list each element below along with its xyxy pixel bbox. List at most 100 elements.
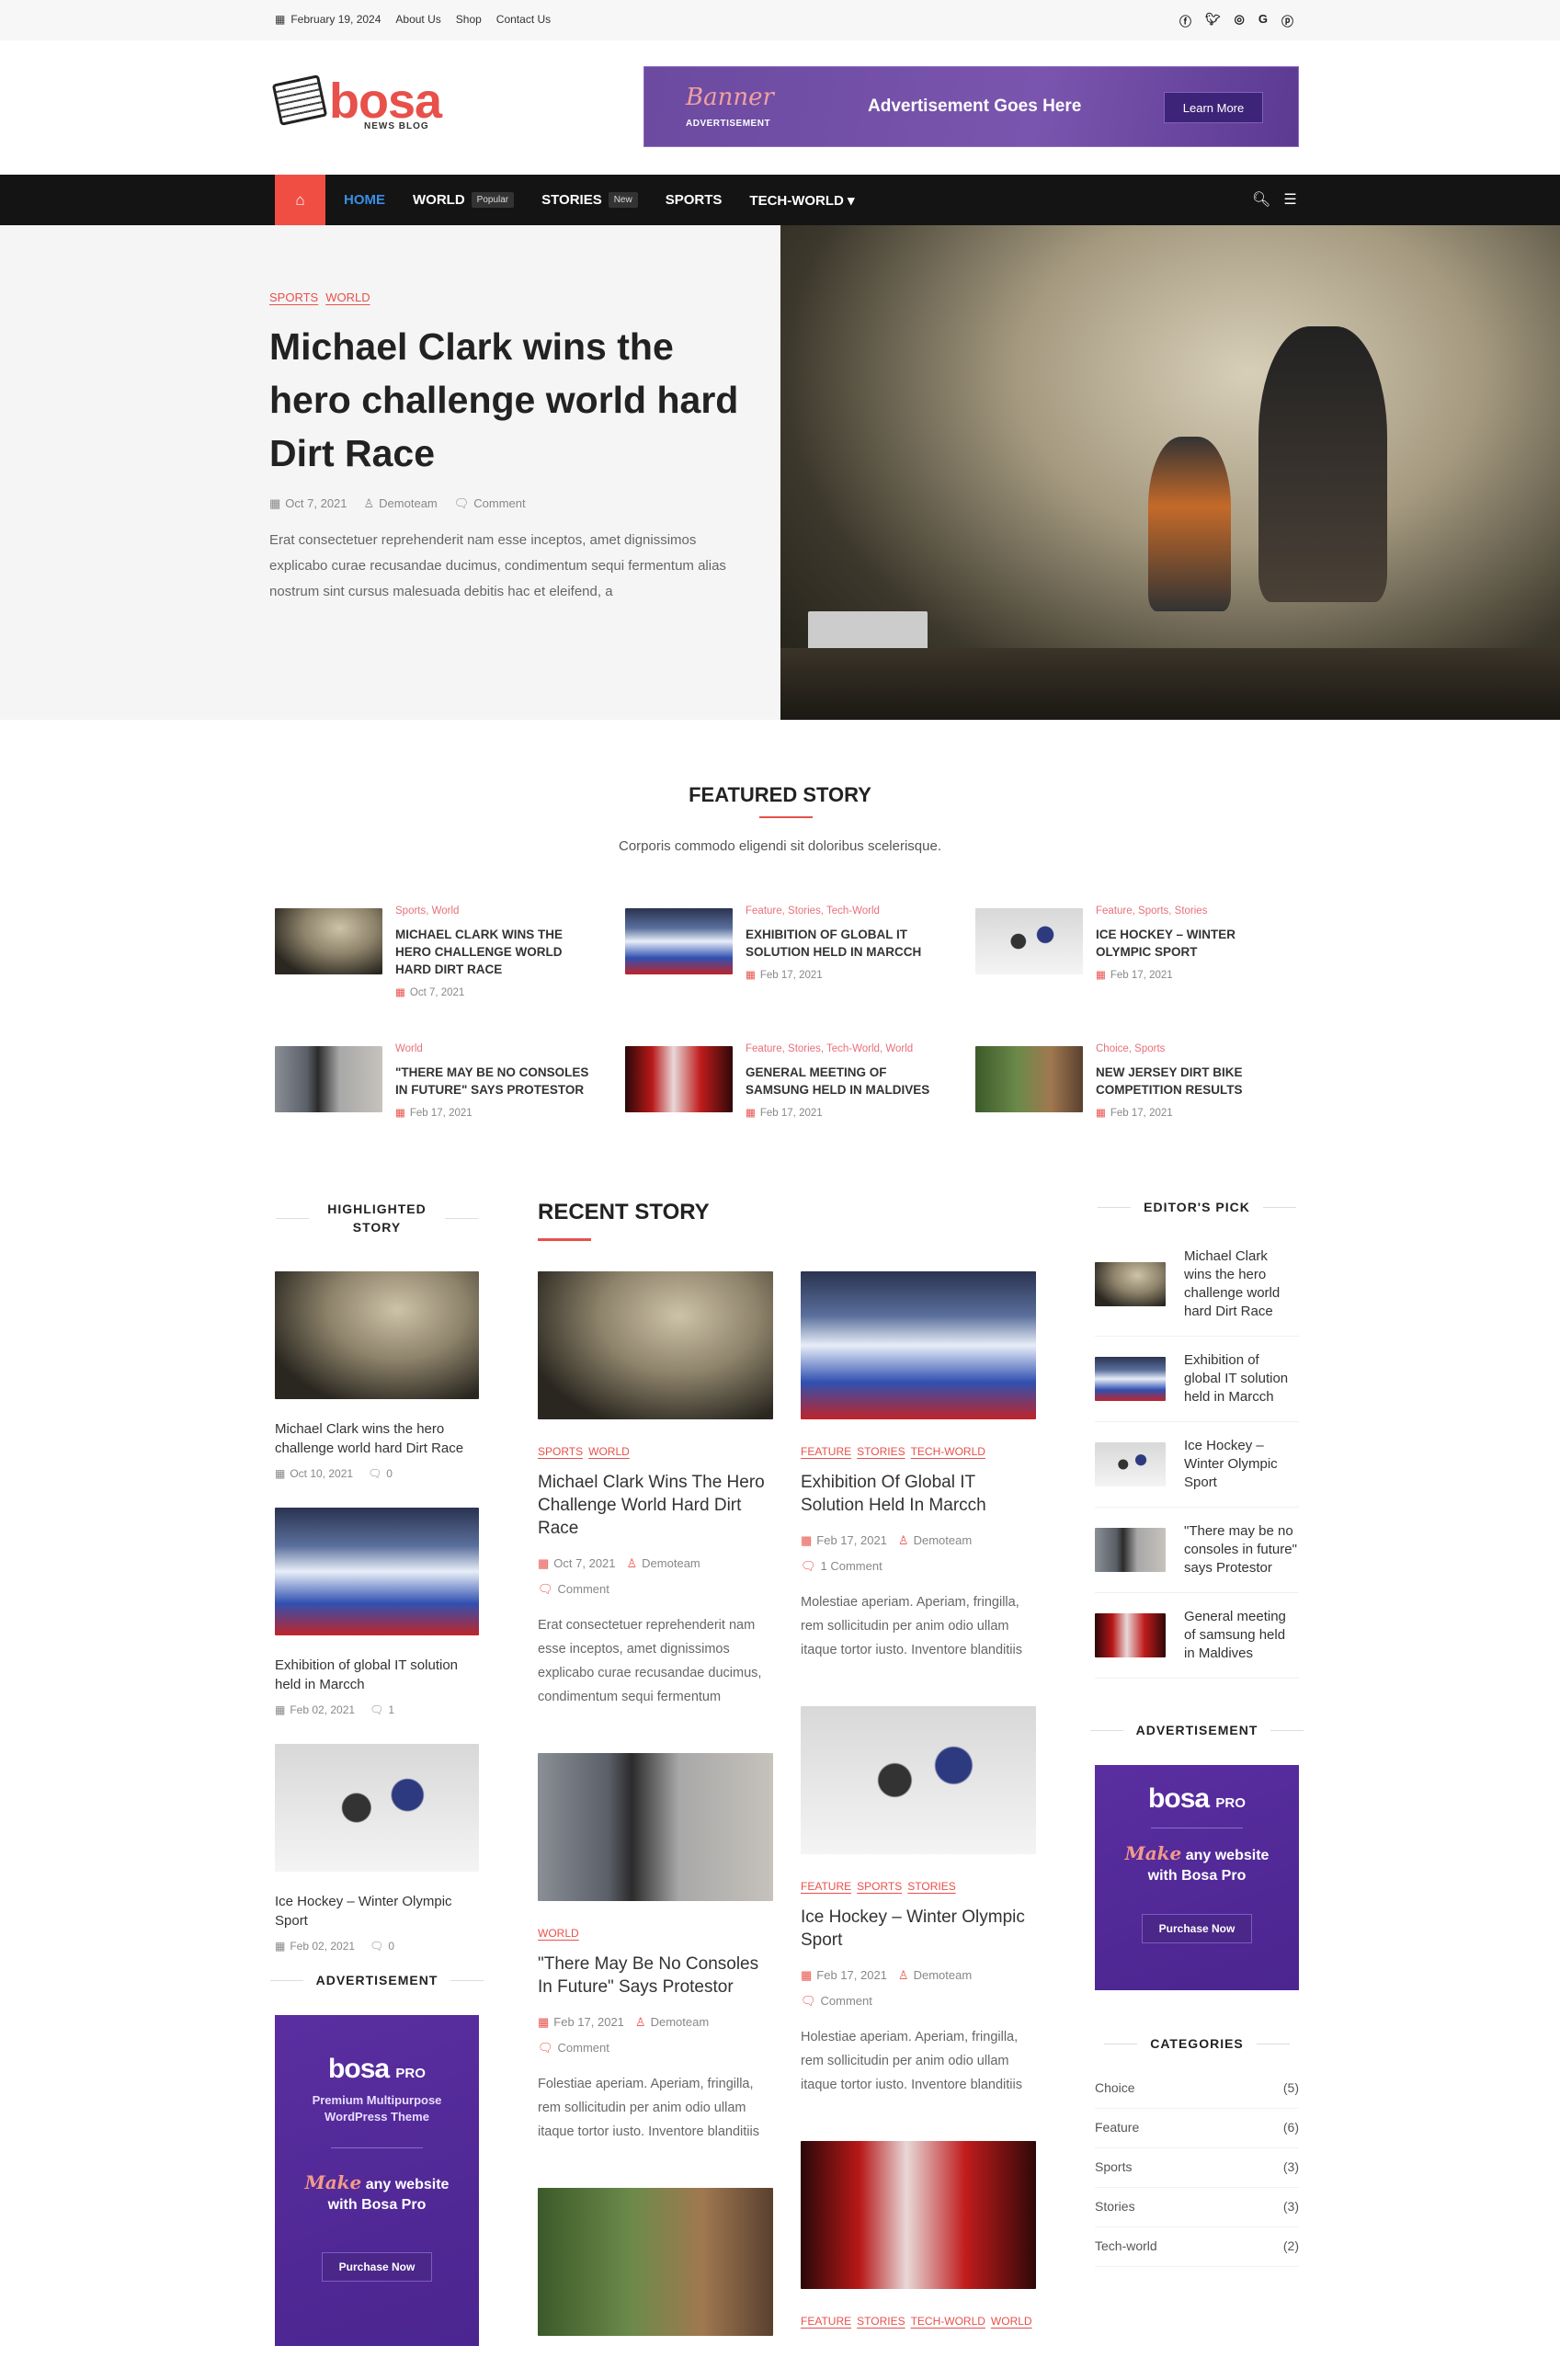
featured-categories[interactable]: Choice, Sports bbox=[1096, 1043, 1293, 1054]
bosa-pro-ad[interactable]: bosa PRO Premium Multipurpose WordPress … bbox=[275, 2015, 479, 2346]
editors-pick-title[interactable]: Michael Clark wins the hero challenge wo… bbox=[1184, 1247, 1299, 1321]
post-author[interactable]: Demoteam bbox=[642, 1556, 700, 1570]
post-author[interactable]: Demoteam bbox=[651, 2015, 710, 2029]
post-comment[interactable]: Comment bbox=[821, 1994, 872, 2008]
editors-pick-thumbnail[interactable] bbox=[1095, 1262, 1166, 1306]
category-name[interactable]: Choice bbox=[1095, 2080, 1135, 2095]
highlighted-title[interactable]: Michael Clark wins the hero challenge wo… bbox=[275, 1419, 479, 1458]
category-name[interactable]: Tech-world bbox=[1095, 2238, 1157, 2253]
featured-categories[interactable]: Sports, World bbox=[395, 905, 593, 917]
purchase-now-button[interactable]: Purchase Now bbox=[321, 2252, 433, 2282]
post-author[interactable]: Demoteam bbox=[379, 496, 438, 510]
post-date[interactable]: Feb 17, 2021 bbox=[553, 2015, 624, 2029]
story-title[interactable]: "There May Be No Consoles In Future" Say… bbox=[538, 1953, 773, 1999]
featured-thumbnail[interactable] bbox=[975, 1046, 1083, 1112]
bosa-pro-ad[interactable]: bosa PRO Make any website with Bosa Pro … bbox=[1095, 1765, 1299, 1990]
category-link[interactable]: FEATURE bbox=[801, 1445, 851, 1458]
featured-categories[interactable]: Feature, Stories, Tech-World bbox=[746, 905, 943, 917]
learn-more-button[interactable]: Learn More bbox=[1164, 92, 1263, 123]
about-us-link[interactable]: About Us bbox=[395, 13, 440, 26]
menu-icon[interactable]: ☰ bbox=[1283, 190, 1296, 209]
featured-title-link[interactable]: Michael Clark wins the hero challenge wo… bbox=[395, 926, 593, 978]
post-date[interactable]: Oct 7, 2021 bbox=[285, 496, 347, 510]
shop-link[interactable]: Shop bbox=[456, 13, 482, 26]
featured-thumbnail[interactable] bbox=[625, 908, 733, 974]
category-name[interactable]: Sports bbox=[1095, 2159, 1132, 2174]
post-author[interactable]: Demoteam bbox=[914, 1968, 973, 1982]
hero-image[interactable] bbox=[780, 225, 1560, 720]
story-thumbnail[interactable] bbox=[538, 2188, 773, 2336]
nav-item-world[interactable]: WORLD Popular bbox=[413, 192, 515, 208]
featured-categories[interactable]: Feature, Sports, Stories bbox=[1096, 905, 1293, 917]
category-link[interactable]: FEATURE bbox=[801, 1880, 851, 1893]
comment-count[interactable]: 0 bbox=[386, 1467, 393, 1480]
story-title[interactable]: Exhibition Of Global IT Solution Held In… bbox=[801, 1471, 1036, 1517]
category-link[interactable]: WORLD bbox=[991, 2315, 1032, 2328]
nav-item-stories[interactable]: STORIES New bbox=[541, 192, 638, 208]
nav-item-sports[interactable]: SPORTS bbox=[666, 192, 723, 208]
post-date[interactable]: Feb 17, 2021 bbox=[816, 1968, 887, 1982]
highlighted-thumbnail[interactable] bbox=[275, 1744, 479, 1872]
instagram-icon[interactable]: ◎ bbox=[1235, 12, 1245, 29]
editors-pick-title[interactable]: General meeting of samsung held in Maldi… bbox=[1184, 1608, 1299, 1663]
header-banner-ad[interactable]: Banner ADVERTISEMENT Advertisement Goes … bbox=[643, 66, 1299, 147]
story-thumbnail[interactable] bbox=[538, 1271, 773, 1419]
facebook-icon[interactable]: ⓕ bbox=[1179, 12, 1191, 29]
search-icon[interactable]: 🔍︎ bbox=[1252, 190, 1270, 209]
post-date[interactable]: Oct 10, 2021 bbox=[290, 1467, 353, 1480]
post-author[interactable]: Demoteam bbox=[914, 1533, 973, 1547]
featured-title-link[interactable]: General meeting of Samsung held in Maldi… bbox=[746, 1064, 943, 1099]
editors-pick-thumbnail[interactable] bbox=[1095, 1442, 1166, 1486]
purchase-now-button[interactable]: Purchase Now bbox=[1141, 1914, 1253, 1943]
highlighted-thumbnail[interactable] bbox=[275, 1508, 479, 1635]
featured-categories[interactable]: World bbox=[395, 1043, 593, 1054]
featured-date[interactable]: Feb 17, 2021 bbox=[1110, 970, 1173, 981]
nav-item-home[interactable]: HOME bbox=[344, 192, 385, 208]
story-title[interactable]: Michael Clark Wins The Hero Challenge Wo… bbox=[538, 1471, 773, 1540]
featured-thumbnail[interactable] bbox=[275, 1046, 382, 1112]
post-date[interactable]: Oct 7, 2021 bbox=[553, 1556, 615, 1570]
post-comment[interactable]: 1 Comment bbox=[821, 1559, 882, 1573]
story-thumbnail[interactable] bbox=[538, 1753, 773, 1901]
hero-title[interactable]: Michael Clark wins the hero challenge wo… bbox=[269, 320, 757, 480]
highlighted-thumbnail[interactable] bbox=[275, 1271, 479, 1399]
featured-categories[interactable]: Feature, Stories, Tech-World, World bbox=[746, 1043, 943, 1054]
featured-date[interactable]: Feb 17, 2021 bbox=[1110, 1108, 1173, 1119]
category-link[interactable]: WORLD bbox=[325, 290, 370, 304]
editors-pick-title[interactable]: Ice Hockey – Winter Olympic Sport bbox=[1184, 1437, 1299, 1492]
category-link[interactable]: WORLD bbox=[588, 1445, 630, 1458]
category-link[interactable]: STORIES bbox=[857, 1445, 905, 1458]
featured-title-link[interactable]: Ice Hockey – Winter Olympic Sport bbox=[1096, 926, 1293, 961]
featured-thumbnail[interactable] bbox=[625, 1046, 733, 1112]
category-link[interactable]: SPORTS bbox=[538, 1445, 583, 1458]
category-item[interactable]: Sports (3) bbox=[1095, 2148, 1299, 2188]
story-thumbnail[interactable] bbox=[801, 1271, 1036, 1419]
category-name[interactable]: Stories bbox=[1095, 2199, 1135, 2214]
nav-item-tech-world[interactable]: TECH-WORLD ▾ bbox=[749, 192, 854, 209]
category-link[interactable]: SPORTS bbox=[269, 290, 318, 304]
editors-pick-title[interactable]: Exhibition of global IT solution held in… bbox=[1184, 1351, 1299, 1406]
post-comment-link[interactable]: Comment bbox=[473, 496, 525, 510]
story-title[interactable]: Ice Hockey – Winter Olympic Sport bbox=[801, 1906, 1036, 1952]
featured-thumbnail[interactable] bbox=[975, 908, 1083, 974]
category-link[interactable]: FEATURE bbox=[801, 2315, 851, 2328]
featured-date[interactable]: Feb 17, 2021 bbox=[410, 1108, 473, 1119]
featured-date[interactable]: Oct 7, 2021 bbox=[410, 987, 464, 998]
featured-date[interactable]: Feb 17, 2021 bbox=[760, 970, 823, 981]
category-item[interactable]: Feature (6) bbox=[1095, 2109, 1299, 2148]
category-link[interactable]: STORIES bbox=[857, 2315, 905, 2328]
home-icon-button[interactable]: ⌂ bbox=[275, 175, 325, 225]
category-link[interactable]: SPORTS bbox=[857, 1880, 902, 1893]
featured-title-link[interactable]: Exhibition of global IT solution held in… bbox=[746, 926, 943, 961]
site-logo[interactable]: bosa NEWS BLOG bbox=[271, 74, 442, 131]
contact-us-link[interactable]: Contact Us bbox=[496, 13, 551, 26]
featured-date[interactable]: Feb 17, 2021 bbox=[760, 1108, 823, 1119]
post-comment[interactable]: Comment bbox=[558, 2041, 609, 2055]
category-item[interactable]: Stories (3) bbox=[1095, 2188, 1299, 2227]
highlighted-title[interactable]: Exhibition of global IT solution held in… bbox=[275, 1656, 479, 1694]
editors-pick-thumbnail[interactable] bbox=[1095, 1613, 1166, 1657]
post-date[interactable]: Feb 17, 2021 bbox=[816, 1533, 887, 1547]
editors-pick-thumbnail[interactable] bbox=[1095, 1528, 1166, 1572]
category-item[interactable]: Choice (5) bbox=[1095, 2069, 1299, 2109]
comment-count[interactable]: 0 bbox=[388, 1940, 394, 1953]
